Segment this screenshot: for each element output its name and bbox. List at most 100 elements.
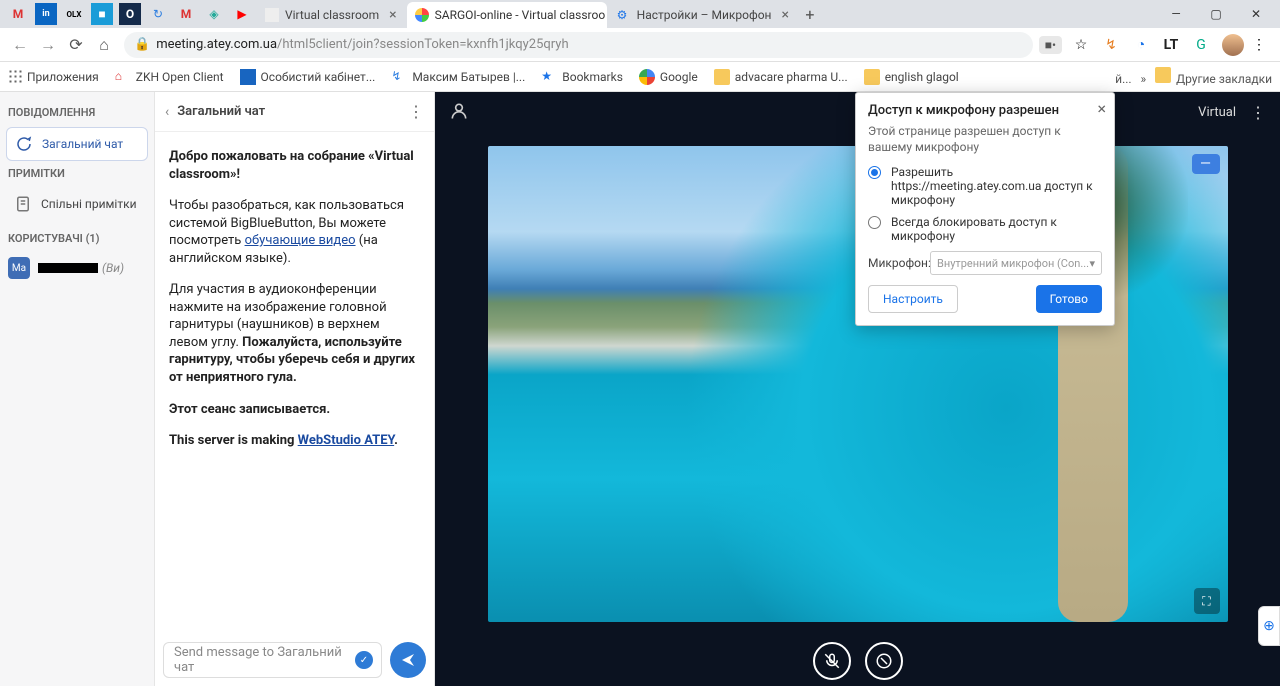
address-bar: ← → ⟳ ⌂ 🔒 meeting.atey.com.ua/html5clien… [0,28,1280,62]
bookmark-item[interactable]: Google [639,69,698,85]
pinned-tab[interactable]: ↻ [147,3,169,25]
window-maximize[interactable]: ▢ [1196,0,1236,28]
users-header: КОРИСТУВАЧІ (1) [8,232,146,245]
pinned-tab[interactable]: M [7,3,29,25]
side-helper-button[interactable]: ⊕ [1258,606,1280,646]
mic-select-label: Микрофон: [868,256,930,270]
bookmark-item[interactable]: english glagol [864,69,959,85]
chat-menu-button[interactable]: ⋮ [408,102,424,121]
profile-avatar[interactable] [1222,34,1244,56]
bookmark-truncated: й... [1115,72,1131,86]
bookmark-star-icon[interactable]: ☆ [1069,33,1093,57]
bookmark-icon [240,69,256,85]
new-tab-button[interactable]: + [798,5,822,24]
chat-text: . [394,433,398,448]
popup-subtitle: Этой странице разрешен доступ к вашему м… [868,124,1102,155]
pinned-tab[interactable]: ■ [91,3,113,25]
pinned-tab[interactable]: ▶ [231,3,253,25]
tab-title: SARGOI-online - Virtual classroo [435,8,606,22]
browser-tab[interactable]: Virtual classroom × [257,2,405,28]
lock-icon: 🔒 [134,37,150,52]
chat-header: ‹ Загальний чат ⋮ [155,92,434,132]
bookmark-item[interactable]: ★Bookmarks [541,69,623,85]
chat-body: Добро пожаловать на собрание «Virtual cl… [155,132,434,634]
window-minimize[interactable]: — [1156,0,1196,28]
extension-icon[interactable]: ◔ [1129,33,1153,57]
forward-button[interactable]: → [34,31,62,59]
user-list-item[interactable]: Ma (Ви) [6,253,148,283]
bookmark-label: Особистий кабінет... [261,70,376,84]
minimize-presentation-button[interactable]: — [1192,154,1220,174]
stage-menu-button[interactable]: ⋮ [1250,103,1266,122]
perm-option-allow[interactable]: Разрешить https://meeting.atey.com.ua до… [868,165,1102,207]
tutorial-video-link[interactable]: обучающие видео [245,233,356,248]
pinned-tab[interactable]: in [35,3,57,25]
browser-tab[interactable]: ⚙ Настройки – Микрофон × [609,2,797,28]
chat-input-row: Send message to Загальний чат ✓ [155,634,434,686]
url-domain: meeting.atey.com.ua [156,37,277,52]
leave-audio-button[interactable] [865,642,903,680]
pinned-tab[interactable]: OLX [63,3,85,25]
perm-option-label: Всегда блокировать доступ к микрофону [891,215,1102,243]
browser-tab-bar: M in OLX ■ O ↻ M ◈ ▶ Virtual classroom ×… [0,0,1280,28]
bookmark-item[interactable]: advacare pharma U... [714,69,848,85]
server-link[interactable]: WebStudio ATEY [298,433,394,448]
mute-mic-button[interactable] [813,642,851,680]
mic-permission-popup: × Доступ к микрофону разрешен Этой стран… [855,92,1115,326]
perm-option-label: Разрешить https://meeting.atey.com.ua до… [891,165,1102,207]
pinned-tab[interactable]: M [175,3,197,25]
sidebar-item-shared-notes[interactable]: Спільні примітки [6,188,148,220]
pinned-tab[interactable]: ◈ [203,3,225,25]
bookmarks-more-button[interactable]: » [1141,72,1147,86]
users-icon[interactable] [449,101,471,123]
radio-unchecked-icon [868,216,881,229]
user-you-suffix: (Ви) [102,261,124,275]
bookmark-item[interactable]: Особистий кабінет... [240,69,376,85]
window-close[interactable]: ✕ [1236,0,1276,28]
reload-button[interactable]: ⟳ [62,31,90,59]
left-panel: ПОВІДОМЛЕННЯ Загальний чат ПРИМІТКИ Спіл… [0,92,155,686]
pinned-tab[interactable]: O [119,3,141,25]
close-icon[interactable]: × [781,7,788,23]
browser-menu-icon[interactable]: ⋮ [1247,33,1271,57]
bookmark-label: advacare pharma U... [735,70,848,84]
sidebar-item-label: Загальний чат [42,137,123,151]
apps-label: Приложения [27,70,99,84]
folder-icon [1155,67,1171,83]
perm-option-block[interactable]: Всегда блокировать доступ к микрофону [868,215,1102,243]
settings-button[interactable]: Настроить [868,285,958,313]
close-icon[interactable]: × [389,7,396,23]
back-button[interactable]: ← [6,31,34,59]
fullscreen-button[interactable]: ⛶ [1194,588,1220,614]
sidebar-item-public-chat[interactable]: Загальний чат [6,127,148,161]
extension-icon[interactable]: ↯ [1099,33,1123,57]
done-button[interactable]: Готово [1036,285,1102,313]
chat-back-button[interactable]: ‹ [165,104,169,120]
url-input[interactable]: 🔒 meeting.atey.com.ua/html5client/join?s… [124,32,1033,58]
chat-message-input[interactable]: Send message to Загальний чат ✓ [163,642,382,678]
other-bookmarks[interactable]: Другие закладки [1176,72,1272,86]
chat-title: Загальний чат [177,104,408,119]
camera-indicator[interactable]: ■• [1039,36,1062,54]
input-check-icon: ✓ [355,651,373,669]
tab-title: Настройки – Микрофон [637,8,772,22]
home-button[interactable]: ⌂ [90,31,118,59]
folder-icon [864,69,880,85]
bookmark-item[interactable]: ⌂ ZKH Open Client [115,69,224,85]
popup-close-button[interactable]: × [1097,99,1106,118]
send-button[interactable] [390,642,426,678]
mic-select-dropdown[interactable]: Внутренний микрофон (Con... [930,251,1102,275]
chat-placeholder: Send message to Загальний чат [174,645,351,675]
chat-paragraph: Чтобы разобраться, как пользоваться сист… [169,197,420,267]
bookmark-label: english glagol [885,70,959,84]
extension-icon[interactable]: LT [1159,33,1183,57]
bookmark-icon: ★ [541,69,557,85]
bookmark-label: ZKH Open Client [136,70,224,84]
extension-icon[interactable]: G [1189,33,1213,57]
bookmarks-overflow: й... » Другие закладки [1115,67,1272,86]
bookmark-icon: ⌂ [115,69,131,85]
apps-button[interactable]: Приложения [8,69,99,85]
bookmark-item[interactable]: ↯Максим Батырев |... [391,69,525,85]
browser-tab-active[interactable]: SARGOI-online - Virtual classroo × [407,2,607,28]
chat-paragraph: Для участия в аудиоконференции нажмите н… [169,281,420,386]
